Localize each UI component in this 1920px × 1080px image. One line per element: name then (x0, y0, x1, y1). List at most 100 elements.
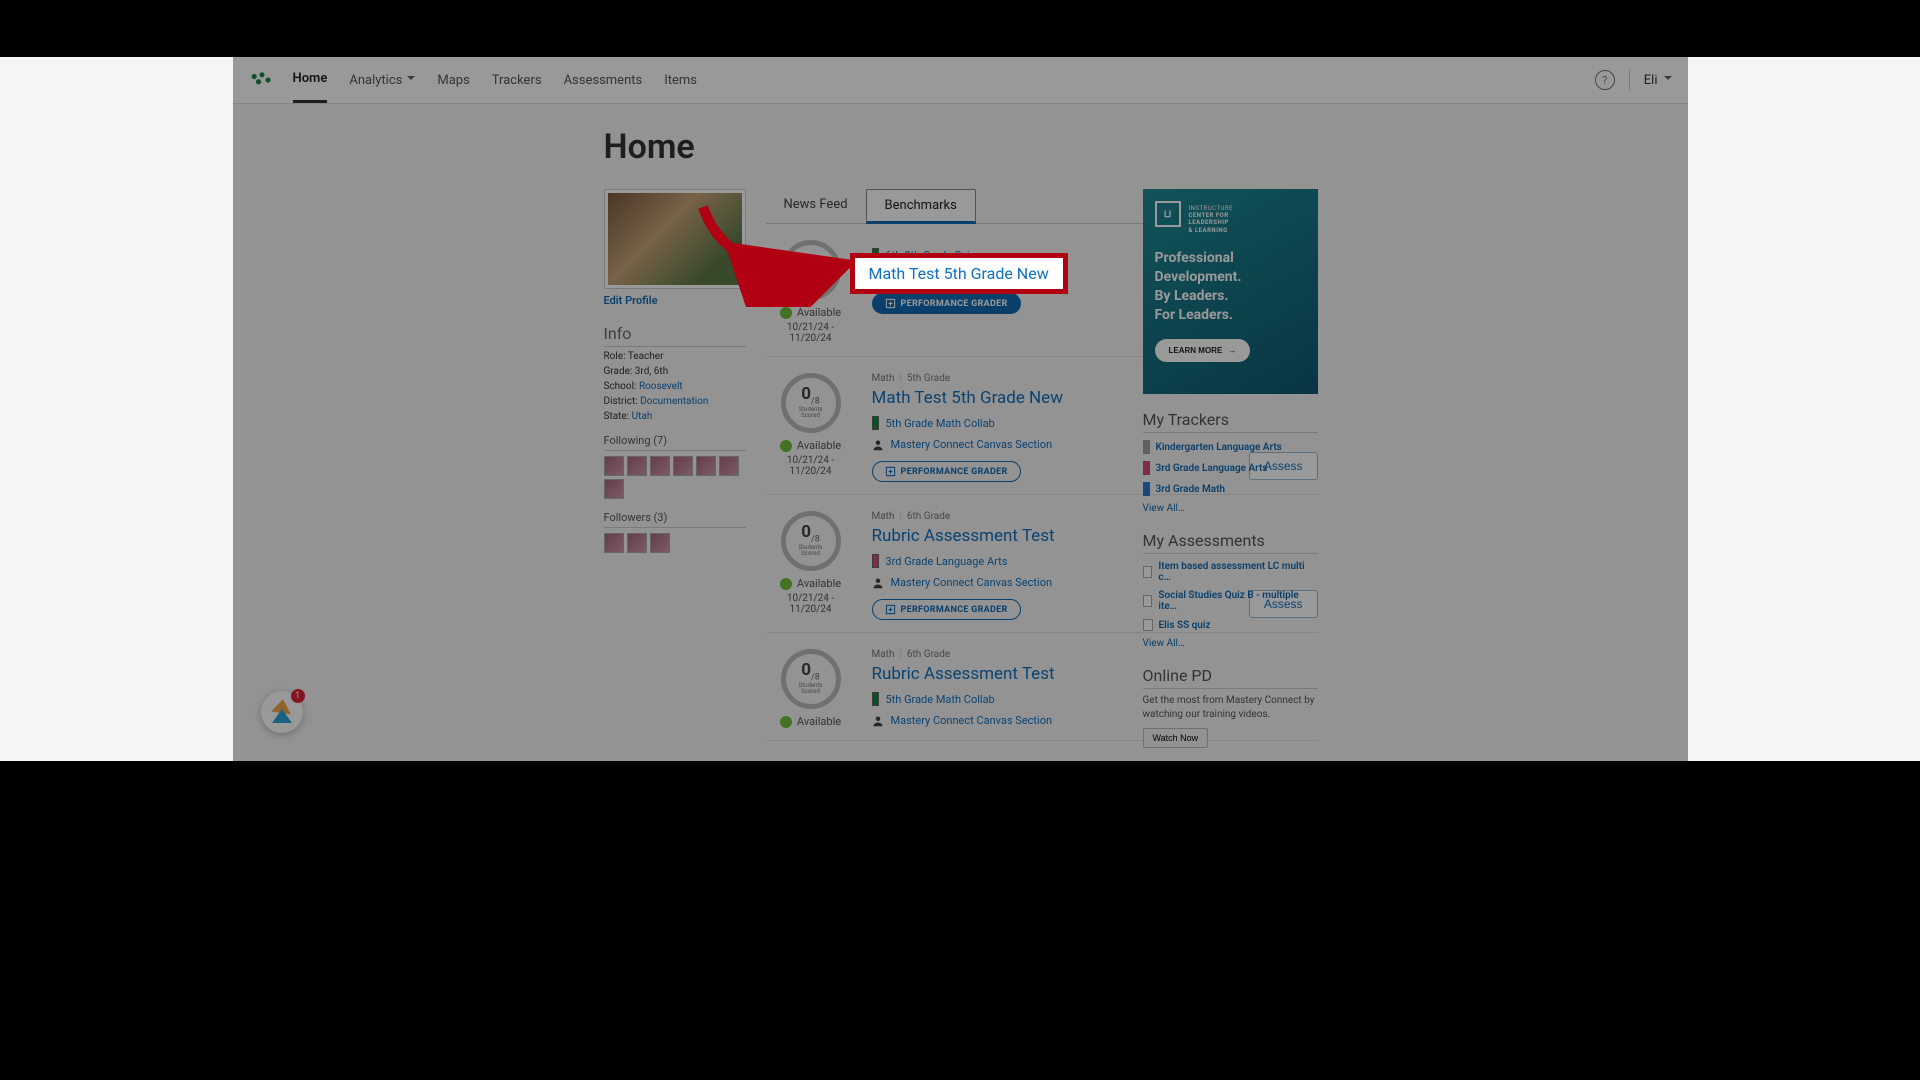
district-link[interactable]: Documentation (640, 396, 708, 407)
page-title: Home (604, 127, 695, 167)
assessment-item[interactable]: Social Studies Quiz B - multiple ite… (1143, 590, 1318, 612)
tracker-chip-icon (872, 416, 879, 430)
tracker-item[interactable]: 3rd Grade Language Arts (1143, 461, 1318, 475)
grader-icon (885, 604, 896, 615)
person-icon (872, 715, 884, 727)
assessments-view-all[interactable]: View All… (1143, 638, 1185, 649)
following-avatar[interactable] (719, 456, 739, 476)
role-label: Role: (604, 351, 626, 362)
promo-cta-button[interactable]: LEARN MORE → (1155, 339, 1251, 362)
nav-maps[interactable]: Maps (437, 59, 469, 102)
badge-count: 1 (291, 689, 305, 703)
grader-icon (885, 298, 896, 309)
date-range: 10/21/24 - 11/20/24 (766, 322, 856, 344)
tracker-item[interactable]: Kindergarten Language Arts (1143, 440, 1318, 454)
info-heading: Info (604, 324, 746, 347)
availability: Available (766, 306, 856, 319)
tracker-chip-icon (1143, 440, 1150, 454)
promo-logo-icon: ⊔ (1155, 201, 1181, 227)
grade-value: 3rd, 6th (635, 366, 668, 377)
followers-count: (3) (654, 511, 668, 524)
follower-avatar[interactable] (650, 533, 670, 553)
avatar[interactable] (608, 193, 742, 285)
divider (1629, 70, 1630, 90)
tracker-item[interactable]: 3rd Grade Math (1143, 482, 1318, 496)
nav-items[interactable]: Items (664, 59, 697, 102)
grade-label: Grade: (604, 366, 633, 377)
document-icon (1143, 595, 1153, 607)
performance-grader-button[interactable]: PERFORMANCE GRADER (872, 293, 1021, 314)
assessment-item[interactable]: Item based assessment LC multi c… (1143, 561, 1318, 583)
school-link[interactable]: Roosevelt (639, 381, 683, 392)
availability: Available (766, 439, 856, 452)
highlight-callout[interactable]: Math Test 5th Grade New (850, 253, 1068, 294)
nav-home[interactable]: Home (293, 57, 328, 103)
floating-help-badge[interactable]: 1 (261, 691, 303, 733)
user-menu[interactable]: Eli (1644, 73, 1672, 88)
score-gauge: 0/8 StudentsScored (781, 240, 841, 300)
tab-news-feed[interactable]: News Feed (766, 189, 866, 223)
status-dot-icon (780, 440, 792, 452)
nav-assessments[interactable]: Assessments (564, 59, 643, 102)
tab-benchmarks[interactable]: Benchmarks (866, 189, 976, 224)
assessment-item[interactable]: Elis SS quiz (1143, 619, 1318, 631)
performance-grader-button[interactable]: PERFORMANCE GRADER (872, 461, 1021, 482)
right-column: ⊔ INSTRUCTURECENTER FORLEADERSHIP& LEARN… (1143, 189, 1318, 761)
following-avatar[interactable] (696, 456, 716, 476)
role-value: Teacher (628, 351, 664, 362)
following-label: Following (604, 434, 651, 447)
followers-heading[interactable]: Followers (3) (604, 511, 746, 528)
following-avatar[interactable] (604, 479, 624, 499)
arrow-right-icon: → (1228, 346, 1236, 355)
nav-analytics[interactable]: Analytics (349, 59, 415, 102)
availability: Available (766, 715, 856, 728)
watch-now-button[interactable]: Watch Now (1143, 728, 1209, 748)
avatar-frame (604, 189, 746, 289)
document-icon (1143, 619, 1153, 631)
tracker-chip-icon (1143, 461, 1150, 475)
tracker-chip-icon (1143, 482, 1150, 496)
promo-card[interactable]: ⊔ INSTRUCTURECENTER FORLEADERSHIP& LEARN… (1143, 189, 1318, 394)
grader-icon (885, 466, 896, 477)
date-range: 10/21/24 - 11/20/24 (766, 593, 856, 615)
follower-avatar[interactable] (604, 533, 624, 553)
status-dot-icon (780, 307, 792, 319)
profile-column: Edit Profile Info Role: Teacher Grade: 3… (604, 189, 746, 741)
document-icon (1143, 566, 1153, 578)
district-label: District: (604, 396, 638, 407)
availability: Available (766, 577, 856, 590)
performance-grader-button[interactable]: PERFORMANCE GRADER (872, 599, 1021, 620)
my-trackers-heading: My Trackers (1143, 410, 1318, 433)
school-label: School: (604, 381, 637, 392)
score-gauge: 0/8 StudentsScored (781, 373, 841, 433)
app-logo[interactable] (249, 71, 275, 89)
follower-avatar[interactable] (627, 533, 647, 553)
online-pd-heading: Online PD (1143, 666, 1318, 689)
status-dot-icon (780, 716, 792, 728)
my-assessments-heading: My Assessments (1143, 531, 1318, 554)
following-avatar[interactable] (673, 456, 693, 476)
nav-trackers[interactable]: Trackers (492, 59, 542, 102)
state-link[interactable]: Utah (632, 411, 653, 422)
person-icon (872, 439, 884, 451)
status-dot-icon (780, 578, 792, 590)
promo-tagline: ProfessionalDevelopment.By Leaders.For L… (1155, 249, 1306, 325)
following-avatar[interactable] (650, 456, 670, 476)
tracker-chip-icon (872, 692, 879, 706)
following-avatar[interactable] (627, 456, 647, 476)
top-nav: Home Analytics Maps Trackers Assessments… (233, 57, 1688, 104)
tracker-chip-icon (872, 554, 879, 568)
highlight-title: Math Test 5th Grade New (869, 264, 1049, 283)
following-avatar[interactable] (604, 456, 624, 476)
date-range: 10/21/24 - 11/20/24 (766, 455, 856, 477)
following-heading[interactable]: Following (7) (604, 434, 746, 451)
score-gauge: 0/8 StudentsScored (781, 511, 841, 571)
score-gauge: 0/8 StudentsScored (781, 649, 841, 709)
followers-label: Followers (604, 511, 651, 524)
following-count: (7) (653, 434, 667, 447)
help-icon[interactable]: ? (1595, 70, 1615, 90)
state-label: State: (604, 411, 630, 422)
trackers-view-all[interactable]: View All… (1143, 503, 1185, 514)
edit-profile-link[interactable]: Edit Profile (604, 294, 658, 307)
online-pd-desc: Get the most from Mastery Connect by wat… (1143, 694, 1318, 721)
